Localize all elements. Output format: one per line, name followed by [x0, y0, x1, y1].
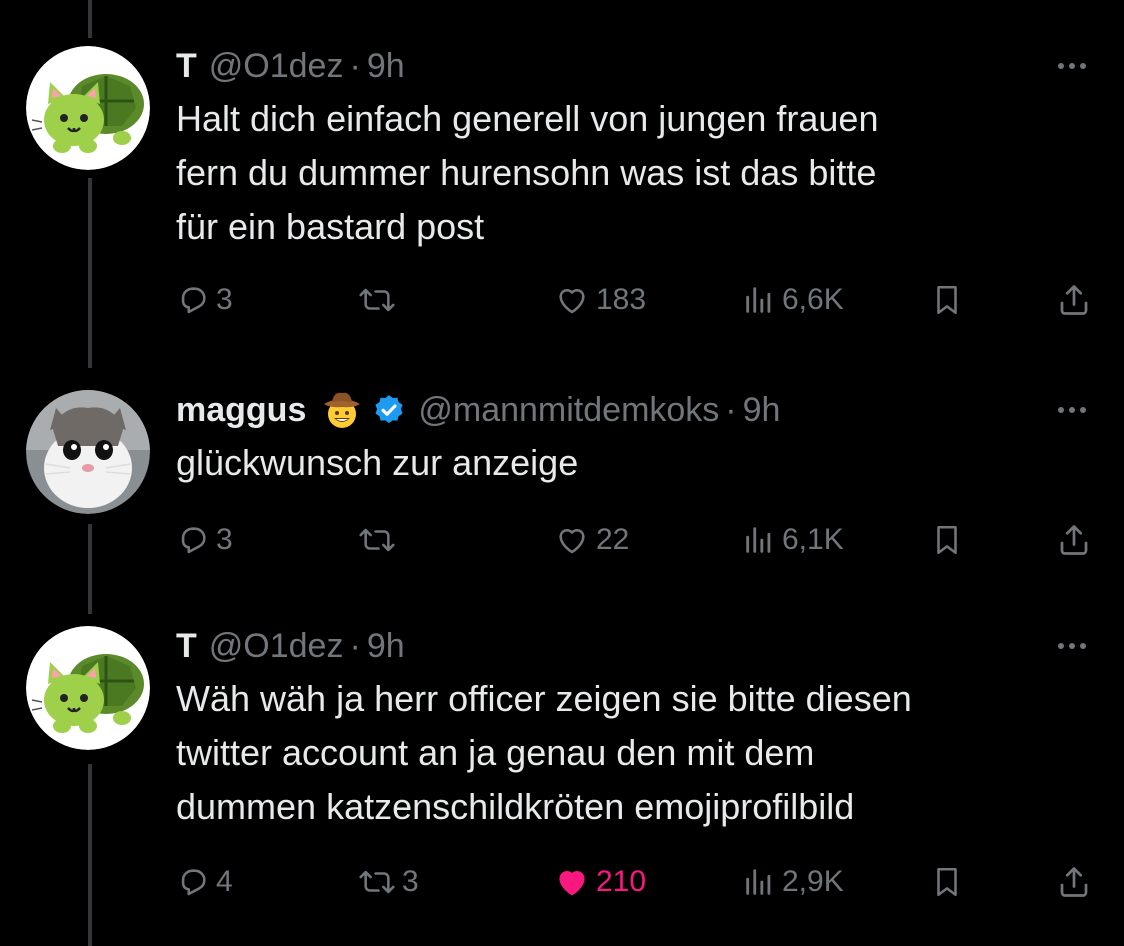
views-button[interactable]: 6,6K: [742, 278, 844, 322]
like-button[interactable]: 210: [554, 860, 646, 904]
views-chart-icon: [746, 287, 771, 313]
heart-filled-icon: [559, 870, 585, 896]
bookmark-button[interactable]: [930, 278, 964, 322]
views-button[interactable]: 6,1K: [742, 518, 844, 562]
views-button[interactable]: 2,9K: [742, 860, 844, 904]
reply-count: 4: [216, 865, 233, 898]
tweet-actions: 4 3 210 2,9K: [0, 860, 1124, 904]
repost-icon: [359, 528, 395, 552]
thread-line-1: [88, 178, 92, 368]
repost-icon: [359, 288, 395, 312]
tweet-text: Halt dich einfach generell von jungen fr…: [176, 98, 879, 247]
bookmark-icon: [937, 285, 957, 315]
thread-line-3: [88, 764, 92, 946]
reply-button[interactable]: 3: [176, 518, 233, 562]
tweet-actions: 3 22 6,1K: [0, 518, 1124, 562]
bookmark-icon: [937, 867, 957, 897]
separator-dot: ·: [725, 390, 737, 429]
avatar[interactable]: [26, 626, 150, 750]
tweet-actions: 3 183 6,6K: [0, 278, 1124, 322]
display-name[interactable]: T: [176, 47, 197, 86]
cat-turtle-avatar-icon: [26, 46, 150, 170]
user-handle[interactable]: @O1dez: [209, 627, 344, 666]
like-button[interactable]: 183: [554, 278, 646, 322]
separator-dot: ·: [349, 626, 361, 665]
view-count: 2,9K: [782, 865, 844, 898]
tweet-header: T @O1dez · 9h: [176, 46, 405, 86]
repost-icon: [359, 870, 395, 894]
display-name[interactable]: T: [176, 627, 197, 666]
cowboy-hat-face-emoji-icon: [320, 390, 364, 430]
reply-button[interactable]: 3: [176, 278, 233, 322]
views-chart-icon: [746, 527, 771, 553]
like-count: 183: [596, 283, 647, 316]
bookmark-button[interactable]: [930, 518, 964, 562]
reply-icon: [181, 527, 206, 554]
more-options-icon[interactable]: [1048, 392, 1096, 428]
bookmark-button[interactable]: [930, 860, 964, 904]
reply-count: 3: [216, 283, 233, 316]
share-button[interactable]: [1056, 860, 1092, 904]
like-count: 210: [596, 865, 647, 898]
heart-icon: [559, 288, 585, 314]
verified-badge-icon[interactable]: [372, 393, 406, 427]
avatar[interactable]: [26, 46, 150, 170]
tweet-header: maggus @mannmitdemkoks · 9h: [176, 390, 780, 430]
cat-turtle-avatar-icon: [26, 626, 150, 750]
tweet-header: T @O1dez · 9h: [176, 626, 405, 666]
reply-button[interactable]: 4: [176, 860, 233, 904]
share-icon: [1060, 525, 1088, 555]
user-handle[interactable]: @mannmitdemkoks: [418, 391, 719, 430]
share-icon: [1060, 285, 1088, 315]
like-count: 22: [596, 523, 630, 556]
more-options-icon[interactable]: [1048, 48, 1096, 84]
view-count: 6,1K: [782, 523, 844, 556]
reply-icon: [181, 869, 206, 896]
timestamp[interactable]: 9h: [367, 47, 405, 86]
heart-icon: [559, 528, 585, 554]
share-button[interactable]: [1056, 278, 1092, 322]
tweet-text: Wäh wäh ja herr officer zeigen sie bitte…: [176, 678, 912, 827]
timestamp[interactable]: 9h: [743, 391, 781, 430]
share-icon: [1060, 867, 1088, 897]
display-name[interactable]: maggus: [176, 391, 306, 430]
timestamp[interactable]: 9h: [367, 627, 405, 666]
repost-button[interactable]: [358, 278, 402, 322]
cat-photo-avatar-icon: [26, 390, 150, 514]
repost-button[interactable]: 3: [358, 860, 419, 904]
tweet-text: glückwunsch zur anzeige: [176, 442, 579, 483]
separator-dot: ·: [349, 46, 361, 85]
share-button[interactable]: [1056, 518, 1092, 562]
reply-count: 3: [216, 523, 233, 556]
reply-icon: [181, 287, 206, 314]
repost-count: 3: [402, 865, 419, 898]
user-handle[interactable]: @O1dez: [209, 47, 344, 86]
avatar[interactable]: [26, 390, 150, 514]
more-options-icon[interactable]: [1048, 628, 1096, 664]
views-chart-icon: [746, 869, 771, 895]
view-count: 6,6K: [782, 283, 844, 316]
like-button[interactable]: 22: [554, 518, 629, 562]
bookmark-icon: [937, 525, 957, 555]
repost-button[interactable]: [358, 518, 402, 562]
thread-line-top: [88, 0, 92, 38]
